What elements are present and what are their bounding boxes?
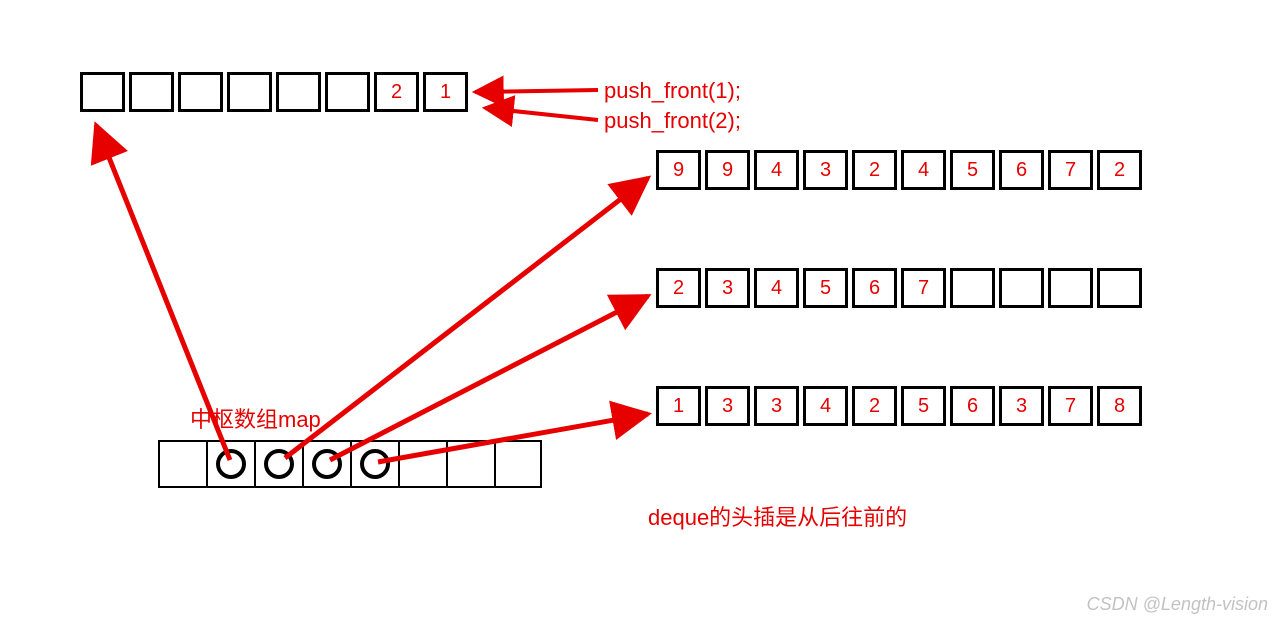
map-cell [398,440,446,488]
map-cell [494,440,542,488]
cell: 2 [374,72,419,112]
cell: 6 [950,386,995,426]
map-cell [350,440,398,488]
cell: 8 [1097,386,1142,426]
cell [80,72,125,112]
cell: 1 [656,386,701,426]
cell [325,72,370,112]
cell: 5 [950,150,995,190]
cell [276,72,321,112]
cell [178,72,223,112]
cell: 2 [852,150,897,190]
arrow-push2 [485,108,598,120]
cell: 3 [999,386,1044,426]
cell: 3 [803,150,848,190]
cell: 7 [1048,386,1093,426]
cell [1097,268,1142,308]
cell: 4 [901,150,946,190]
buffer-block-2: 234567 [656,268,1142,308]
arrow-push1 [475,90,598,92]
cell: 9 [656,150,701,190]
cell [950,268,995,308]
cell: 2 [852,386,897,426]
map-cell [446,440,494,488]
central-map-array [158,440,542,488]
cell [227,72,272,112]
cell: 3 [754,386,799,426]
map-cell [206,440,254,488]
cell: 6 [999,150,1044,190]
cell: 7 [1048,150,1093,190]
pointer-ring-icon [264,449,294,479]
cell: 5 [901,386,946,426]
buffer-block-3: 1334256378 [656,386,1142,426]
cell: 9 [705,150,750,190]
cell: 5 [803,268,848,308]
cell: 4 [754,150,799,190]
cell: 2 [1097,150,1142,190]
arrow-map-to-row2 [330,296,648,460]
pointer-ring-icon [216,449,246,479]
buffer-block-1: 9943245672 [656,150,1142,190]
cell: 3 [705,268,750,308]
head-insert-note: deque的头插是从后往前的 [648,500,907,532]
cell [1048,268,1093,308]
cell [999,268,1044,308]
top-buffer-block: 21 [80,72,468,112]
pointer-ring-icon [360,449,390,479]
map-cell [254,440,302,488]
map-cell [158,440,206,488]
cell: 4 [803,386,848,426]
cell [129,72,174,112]
arrow-map-to-row1 [285,178,648,458]
pointer-ring-icon [312,449,342,479]
push-front-1-label: push_front(1); [604,78,741,104]
map-title-label: 中枢数组map [190,402,321,434]
cell: 3 [705,386,750,426]
push-front-2-label: push_front(2); [604,108,741,134]
cell: 2 [656,268,701,308]
cell: 4 [754,268,799,308]
cell: 1 [423,72,468,112]
cell: 6 [852,268,897,308]
map-cell [302,440,350,488]
watermark: CSDN @Length-vision [1087,594,1268,615]
cell: 7 [901,268,946,308]
